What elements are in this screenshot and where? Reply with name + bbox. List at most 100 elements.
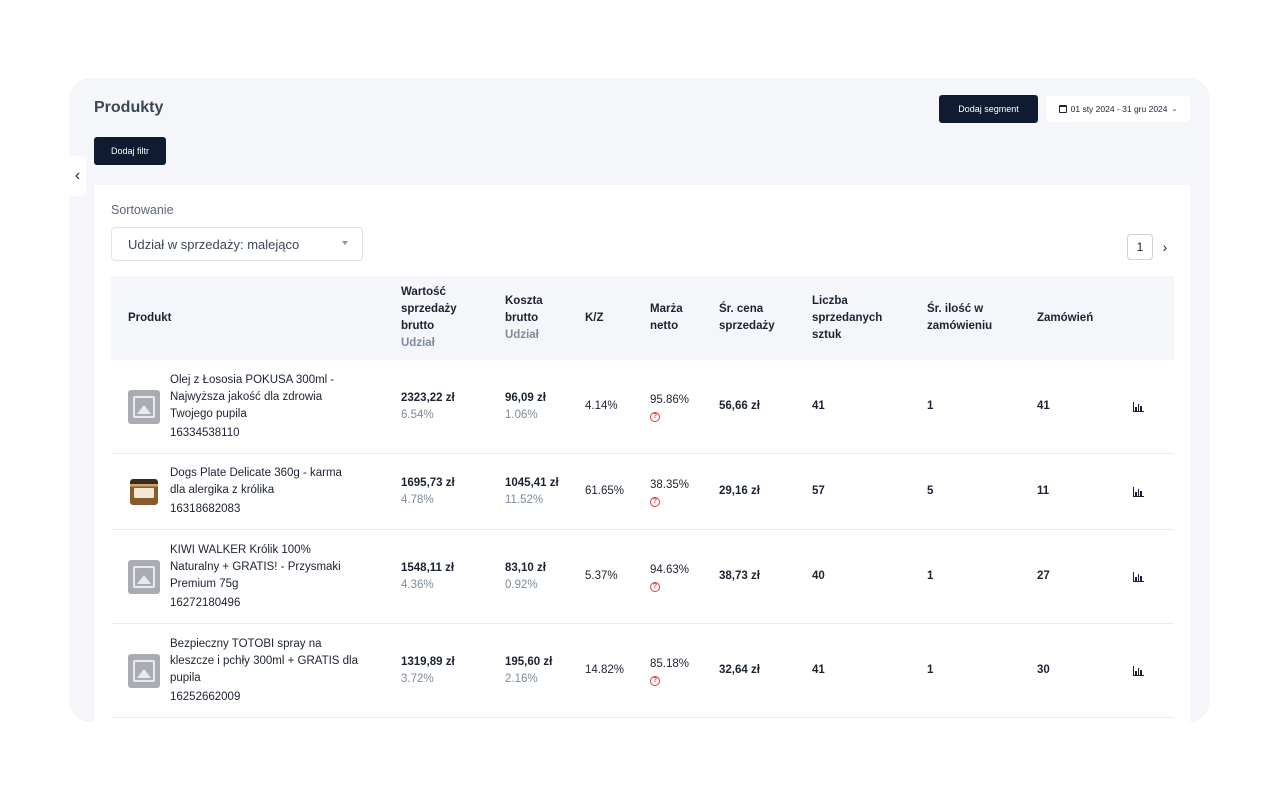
product-id: 16318682083 <box>170 503 241 515</box>
cost-share: 1.06% <box>505 408 538 421</box>
add-filter-button[interactable]: Dodaj filtr <box>94 137 166 165</box>
bar-chart-icon[interactable] <box>1133 401 1144 412</box>
col-kz[interactable]: K/Z <box>585 276 604 360</box>
avg-price-value: 56,66 zł <box>719 400 760 412</box>
cost-value: 195,60 zł <box>505 655 553 668</box>
col-units-label: sztuk <box>812 328 842 341</box>
pagination-next-icon[interactable]: › <box>1158 234 1172 260</box>
col-avg-price[interactable]: Śr. cena sprzedaży <box>719 276 775 360</box>
sales-share: 3.72% <box>401 672 434 685</box>
table-row[interactable]: Olej z Łososia POKUSA 300ml - Najwyższa … <box>111 360 1174 454</box>
margin-value: 95.86% <box>650 393 690 406</box>
margin-value: 38.35% <box>650 478 690 491</box>
sales-value-cell: 2323,22 zł 6.54% <box>401 360 455 453</box>
product-cell: Dogs Plate Delicate 360g - karma dla ale… <box>170 454 380 529</box>
orders-value: 27 <box>1037 570 1050 582</box>
kz-value: 14.82% <box>585 664 625 676</box>
sales-value-cell: 1548,11 zł 4.36% <box>401 530 454 623</box>
cost-share: 0.92% <box>505 578 538 591</box>
product-id: 16272180496 <box>170 596 241 609</box>
image-placeholder-icon <box>133 566 155 588</box>
product-name[interactable]: kleszcze i pchły 300ml + GRATIS dla <box>170 653 385 670</box>
product-thumbnail <box>128 390 160 424</box>
kz-value: 61.65% <box>585 485 625 497</box>
avg-qty-value: 1 <box>927 664 934 676</box>
cost-cell: 96,09 zł 1.06% <box>505 360 546 453</box>
sort-select[interactable]: Udział w sprzedaży: malejąco <box>111 227 363 261</box>
col-units-label: Liczba <box>812 294 848 307</box>
product-name[interactable]: Naturalny + GRATIS! - Przysmaki <box>170 559 380 576</box>
margin-cell: 38.35% ? <box>650 454 689 529</box>
products-card: Produkty Dodaj filtr Dodaj segment 01 st… <box>69 78 1210 722</box>
col-sales-value-label: Wartość <box>401 286 446 298</box>
product-cell: Bezpieczny TOTOBI spray na kleszcze i pc… <box>170 624 385 717</box>
sort-selected-value: Udział w sprzedaży: malejąco <box>128 236 300 252</box>
kz-value: 5.37% <box>585 570 618 582</box>
col-units[interactable]: Liczba sprzedanych sztuk <box>812 276 882 360</box>
sales-value: 1548,11 zł <box>401 561 455 574</box>
product-name[interactable]: Dogs Plate Delicate 360g - karma <box>170 465 380 482</box>
margin-cell: 94.63% ? <box>650 530 689 623</box>
cost-cell: 1045,41 zł 11.52% <box>505 454 559 529</box>
product-name[interactable]: pupila <box>170 670 385 687</box>
table-header: Produkt Wartość sprzedaży brutto Udział … <box>111 276 1174 360</box>
product-thumbnail <box>128 475 160 509</box>
product-thumbnail <box>128 654 160 688</box>
product-name[interactable]: Bezpieczny TOTOBI spray na <box>170 636 385 653</box>
orders-value: 11 <box>1037 485 1050 497</box>
col-avg-price-label: sprzedaży <box>719 320 775 332</box>
col-product[interactable]: Produkt <box>128 276 171 360</box>
kz-cell: 14.82% <box>585 624 624 717</box>
avg-qty-value: 1 <box>927 400 934 412</box>
orders-value: 41 <box>1037 400 1050 412</box>
cost-share: 11.52% <box>505 493 544 506</box>
warning-icon[interactable]: ? <box>650 411 660 422</box>
bar-chart-icon[interactable] <box>1133 571 1144 582</box>
margin-value: 94.63% <box>650 563 690 576</box>
pagination-page-1[interactable]: 1 <box>1127 234 1153 260</box>
table-row[interactable]: Bezpieczny TOTOBI spray na kleszcze i pc… <box>111 624 1174 718</box>
col-orders[interactable]: Zamówień <box>1037 276 1093 360</box>
table-row[interactable]: Dogs Plate Delicate 360g - karma dla ale… <box>111 454 1174 530</box>
warning-icon[interactable]: ? <box>650 581 660 592</box>
col-margin[interactable]: Marża netto <box>650 276 683 360</box>
col-sales-value-sub: Udział <box>401 337 435 349</box>
product-cell: Olej z Łososia POKUSA 300ml - Najwyższa … <box>170 360 380 453</box>
avg-qty-cell: 5 <box>927 454 933 529</box>
product-name[interactable]: dla alergika z królika <box>170 482 380 499</box>
calendar-icon <box>1058 105 1067 113</box>
margin-cell: 95.86% ? <box>650 360 689 453</box>
cost-cell: 195,60 zł 2.16% <box>505 624 552 717</box>
col-units-label: sprzedanych <box>812 311 883 324</box>
date-range-picker[interactable]: 01 sty 2024 - 31 gru 2024 ⌄ <box>1046 96 1190 122</box>
cost-cell: 83,10 zł 0.92% <box>505 530 546 623</box>
units-value: 41 <box>812 664 825 676</box>
product-name[interactable]: KIWI WALKER Królik 100% <box>170 542 380 559</box>
bar-chart-icon[interactable] <box>1133 486 1144 497</box>
product-name[interactable]: Premium 75g <box>170 576 380 593</box>
units-value: 57 <box>812 485 825 497</box>
avg-price-cell: 38,73 zł <box>719 530 760 623</box>
image-placeholder-icon <box>133 660 155 682</box>
product-name[interactable]: Olej z Łososia POKUSA 300ml - <box>170 372 380 389</box>
add-segment-button[interactable]: Dodaj segment <box>939 95 1038 123</box>
col-sales-value[interactable]: Wartość sprzedaży brutto Udział <box>401 276 457 360</box>
sales-value-cell: 1695,73 zł 4.78% <box>401 454 455 529</box>
warning-icon[interactable]: ? <box>650 675 660 686</box>
avg-qty-value: 1 <box>927 570 934 582</box>
product-name[interactable]: Najwyższa jakość dla zdrowia <box>170 389 380 406</box>
product-name[interactable]: Twojego pupila <box>170 406 380 423</box>
collapse-sidebar-icon[interactable]: ‹ <box>69 156 86 196</box>
orders-value: 30 <box>1037 664 1050 676</box>
caret-down-icon <box>342 241 348 245</box>
image-placeholder-icon <box>133 396 155 418</box>
col-margin-label: Marża <box>650 303 683 315</box>
warning-icon[interactable]: ? <box>650 496 660 507</box>
col-cost[interactable]: Koszta brutto Udział <box>505 276 543 360</box>
sales-value: 1319,89 zł <box>401 655 455 668</box>
bar-chart-icon[interactable] <box>1133 665 1144 676</box>
col-avg-qty[interactable]: Śr. ilość w zamówieniu <box>927 276 992 360</box>
col-avg-price-label: Śr. cena <box>719 303 764 315</box>
table-row[interactable]: KIWI WALKER Królik 100% Naturalny + GRAT… <box>111 530 1174 624</box>
avg-price-value: 29,16 zł <box>719 485 760 497</box>
